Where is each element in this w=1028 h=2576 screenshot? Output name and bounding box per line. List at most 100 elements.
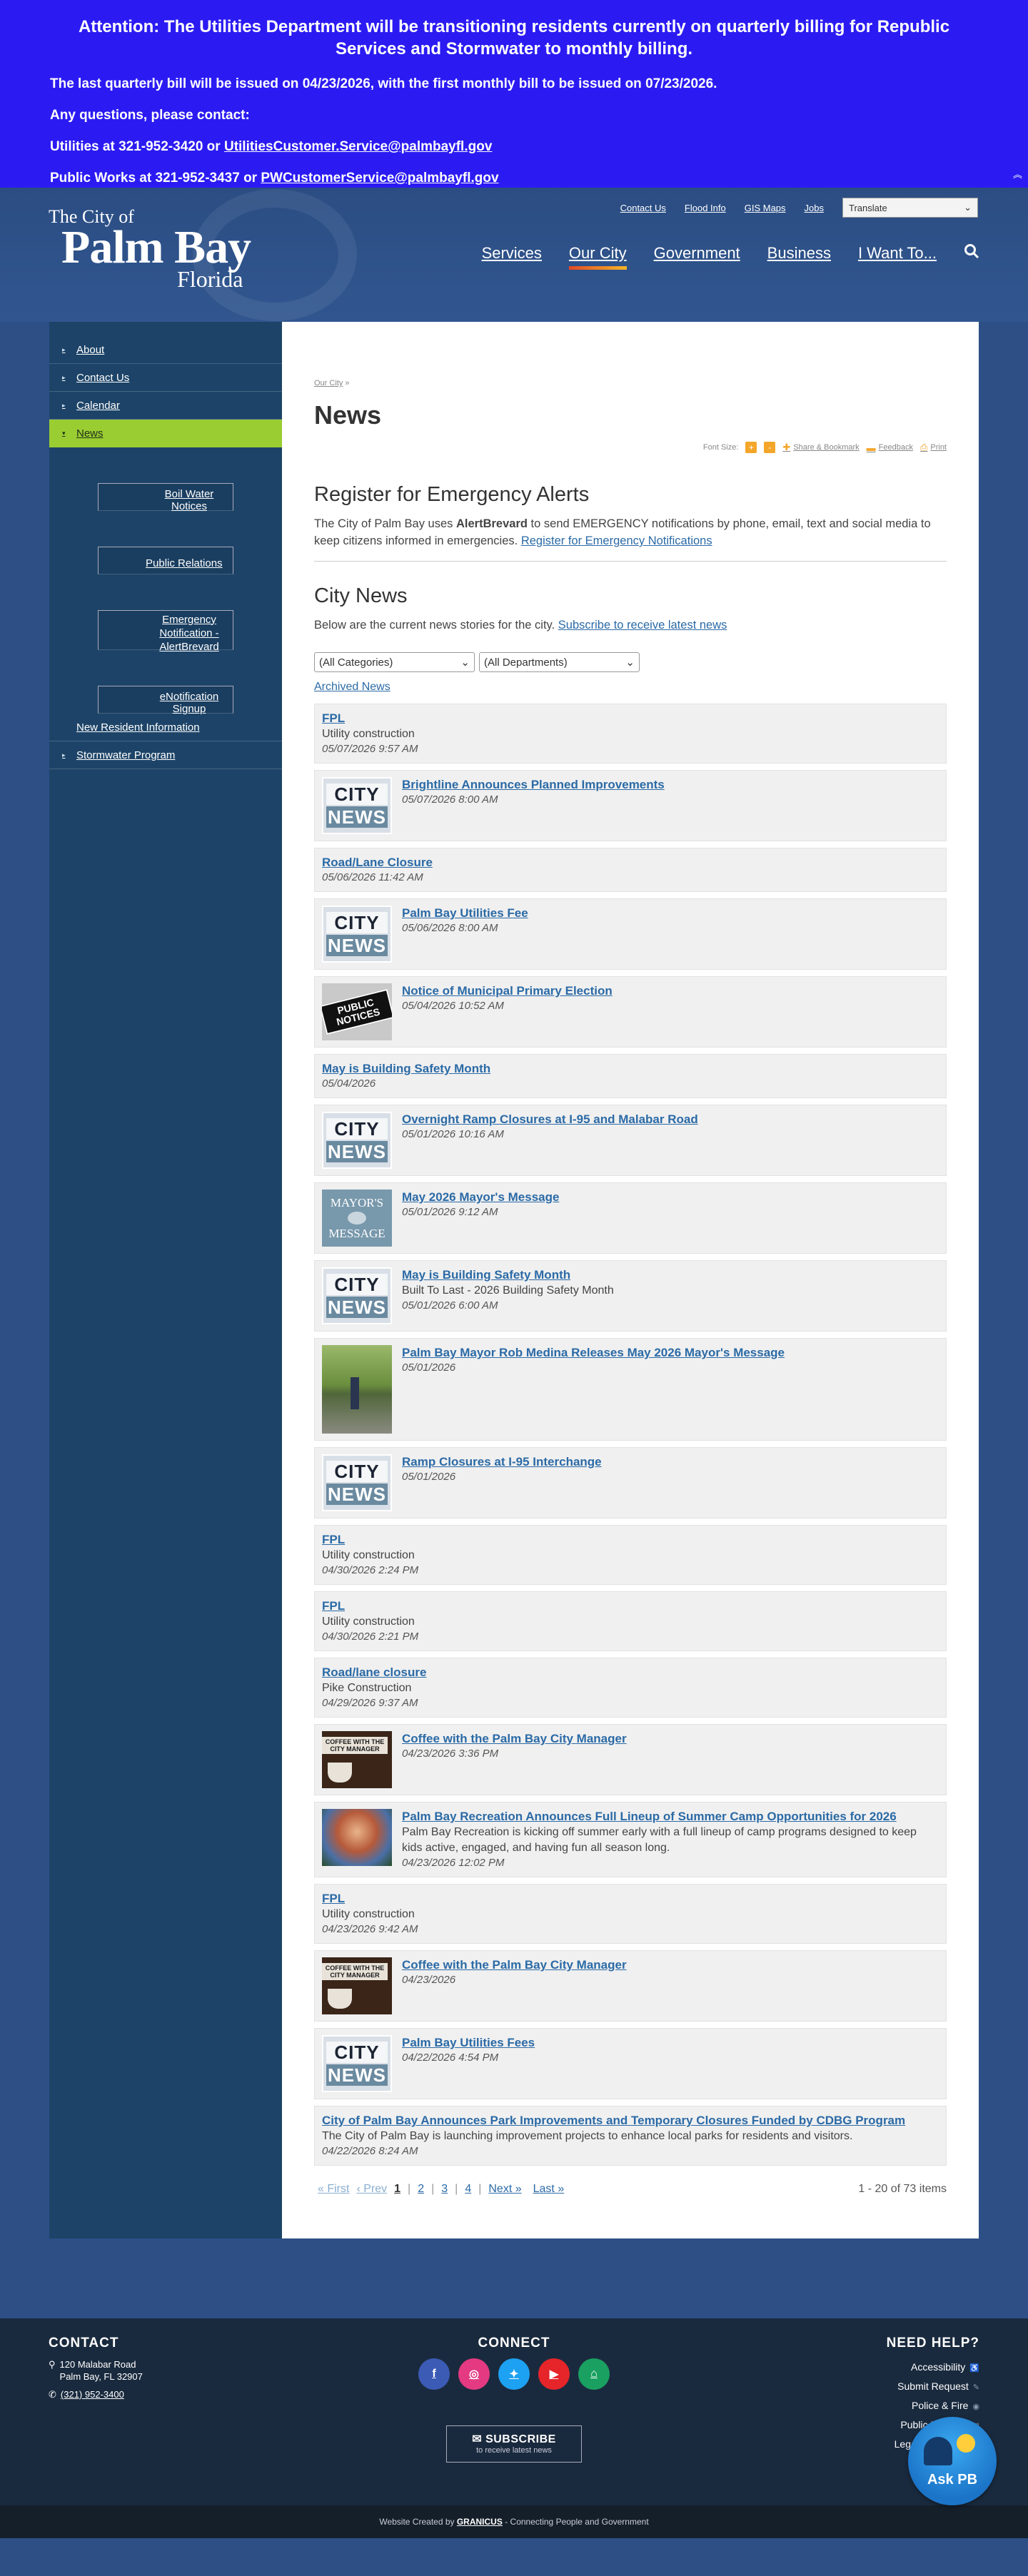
news-item[interactable]: CITY NEWS May is Building Safety Month Buil… <box>314 1260 947 1332</box>
news-title-link[interactable]: Coffee with the Palm Bay City Manager <box>402 1732 627 1745</box>
news-item[interactable]: CITY NEWS Ramp Closures at I-95 Interchang… <box>314 1447 947 1518</box>
utilities-email-link[interactable]: UtilitiesCustomer.Service@palmbayfl.gov <box>224 139 492 154</box>
department-select[interactable]: (All Departments) ⌄ <box>479 652 640 672</box>
news-item[interactable]: Road/lane closure Pike Construction 04/29/… <box>314 1658 947 1718</box>
subscribe-button[interactable]: ✉ SUBSCRIBE to receive latest news <box>446 2425 582 2463</box>
news-title-link[interactable]: Notice of Municipal Primary Election <box>402 984 613 998</box>
news-title-link[interactable]: FPL <box>322 1599 345 1613</box>
nav-our-city[interactable]: Our City <box>568 244 627 270</box>
news-item[interactable]: FPL Utility construction 04/30/2026 2:21 P… <box>314 1591 947 1651</box>
subscribe-news-link[interactable]: Subscribe to receive latest news <box>558 619 727 632</box>
sidebar-item-enotification[interactable]: eNotification Signup <box>98 686 233 715</box>
sidebar-item-boil-water[interactable]: Boil Water Notices <box>98 483 233 512</box>
news-title-link[interactable]: FPL <box>322 1892 345 1905</box>
news-item[interactable]: CITY NEWS Palm Bay Utilities Fees 04/22/202… <box>314 2028 947 2099</box>
news-item[interactable]: FPL Utility construction 04/23/2026 9:42 A… <box>314 1884 947 1944</box>
youtube-icon[interactable]: ▶ <box>538 2358 570 2390</box>
phone-link[interactable]: (321) 952-3400 <box>61 2388 124 2400</box>
sidebar-item-about[interactable]: ▸ About <box>49 336 282 364</box>
news-title-link[interactable]: Palm Bay Utilities Fees <box>402 2036 535 2049</box>
news-title-link[interactable]: Coffee with the Palm Bay City Manager <box>402 1958 627 1972</box>
news-title-link[interactable]: City of Palm Bay Announces Park Improvem… <box>322 2114 905 2127</box>
font-decrease-button[interactable]: - <box>764 442 776 453</box>
nav-business[interactable]: Business <box>767 244 831 270</box>
register-emergency-link[interactable]: Register for Emergency Notifications <box>521 534 712 547</box>
news-item[interactable]: FPL Utility construction 04/30/2026 2:24 P… <box>314 1525 947 1585</box>
sidebar-item-calendar[interactable]: ▸ Calendar <box>49 392 282 420</box>
news-item[interactable]: CITY NEWS Palm Bay Utilities Fee 05/06/2026… <box>314 898 947 970</box>
sidebar-item-news[interactable]: ▾ News <box>49 420 282 447</box>
ask-pb-chat-button[interactable]: Ask PB <box>908 2417 997 2505</box>
share-bookmark-link[interactable]: ✚ Share & Bookmark <box>782 442 859 453</box>
sidebar-item-stormwater[interactable]: ▸ Stormwater Program <box>49 741 282 769</box>
news-title-link[interactable]: FPL <box>322 1533 345 1546</box>
help-link-police-fire[interactable]: Police & Fire ◉ <box>887 2397 979 2416</box>
pager-last[interactable]: Last » <box>533 2183 565 2196</box>
news-title-link[interactable]: May is Building Safety Month <box>402 1268 570 1282</box>
news-title-link[interactable]: Overnight Ramp Closures at I-95 and Mala… <box>402 1112 698 1126</box>
news-title-link[interactable]: FPL <box>322 711 345 725</box>
font-increase-button[interactable]: + <box>745 442 757 453</box>
news-item[interactable]: PUBLIC NOTICES Notice of Municipal Primar… <box>314 976 947 1048</box>
news-item[interactable]: May is Building Safety Month 05/04/2026 <box>314 1054 947 1098</box>
thumb-coffee-text: COFFEE WITH THE CITY MANAGER <box>322 1737 388 1754</box>
util-jobs[interactable]: Jobs <box>805 203 824 213</box>
util-gis-maps[interactable]: GIS Maps <box>745 203 786 213</box>
news-title-link[interactable]: Palm Bay Utilities Fee <box>402 906 528 920</box>
pager-page-1[interactable]: 1 <box>394 2183 400 2196</box>
breadcrumb-our-city[interactable]: Our City <box>314 379 343 387</box>
sidebar-item-emergency-notification[interactable]: Emergency Notification - AlertBrevard <box>98 610 233 653</box>
help-link-submit-request[interactable]: Submit Request ✎ <box>887 2378 979 2397</box>
pager-page-2[interactable]: 2 <box>418 2183 424 2196</box>
nav-i-want-to[interactable]: I Want To... <box>858 244 937 270</box>
news-title-link[interactable]: Ramp Closures at I-95 Interchange <box>402 1455 602 1469</box>
sidebar-item-label: About <box>76 343 105 356</box>
news-item[interactable]: CITY NEWS Overnight Ramp Closures at I-95 … <box>314 1105 947 1176</box>
granicus-link[interactable]: GRANICUS <box>457 2517 503 2527</box>
feedback-label: Feedback <box>878 443 913 452</box>
news-item[interactable]: CITY NEWS Brightline Announces Planned Imp… <box>314 770 947 841</box>
translate-select[interactable]: Translate ⌄ <box>842 198 978 218</box>
news-title-link[interactable]: Brightline Announces Planned Improvement… <box>402 778 665 791</box>
news-item-text: May is Building Safety Month Built To Las… <box>402 1267 939 1324</box>
pager-page-4[interactable]: 4 <box>465 2183 471 2196</box>
sidebar-item-public-relations[interactable]: Public Relations <box>98 547 233 574</box>
nav-government[interactable]: Government <box>654 244 740 270</box>
util-contact-us[interactable]: Contact Us <box>620 203 666 213</box>
news-title-link[interactable]: May is Building Safety Month <box>322 1062 490 1075</box>
news-title-link[interactable]: Road/Lane Closure <box>322 856 433 869</box>
pager-next[interactable]: Next » <box>488 2183 521 2196</box>
feedback-link[interactable]: ▬ Feedback <box>867 442 913 453</box>
news-title-link[interactable]: Palm Bay Mayor Rob Medina Releases May 2… <box>402 1346 785 1359</box>
news-item[interactable]: MAYOR'S MESSAGE May 2026 Mayor's Message 05… <box>314 1182 947 1254</box>
news-title-link[interactable]: Road/lane closure <box>322 1665 426 1679</box>
news-title-link[interactable]: Palm Bay Recreation Announces Full Lineu… <box>402 1810 897 1823</box>
news-item[interactable]: City of Palm Bay Announces Park Improvem… <box>314 2106 947 2166</box>
twitter-icon[interactable]: ✦ <box>498 2358 530 2390</box>
news-title-link[interactable]: May 2026 Mayor's Message <box>402 1190 559 1204</box>
sidebar-item-new-resident[interactable]: New Resident Information <box>49 714 282 741</box>
pager-page-3[interactable]: 3 <box>441 2183 448 2196</box>
news-item[interactable]: Road/Lane Closure 05/06/2026 11:42 AM <box>314 848 947 892</box>
publicworks-email-link[interactable]: PWCustomerService@palmbayfl.gov <box>261 171 498 186</box>
search-icon[interactable] <box>964 243 979 270</box>
news-item[interactable]: COFFEE WITH THE CITY MANAGER Coffee with … <box>314 1724 947 1795</box>
city-logo[interactable]: The City of Palm Bay Florida <box>49 208 277 291</box>
chevron-double-up-icon[interactable]: ︽ <box>1013 167 1022 181</box>
facebook-icon[interactable]: f <box>418 2358 450 2390</box>
instagram-icon[interactable]: ◎ <box>458 2358 490 2390</box>
news-item[interactable]: FPL Utility construction 05/07/2026 9:57 A… <box>314 704 947 764</box>
nextdoor-icon[interactable]: ⌂ <box>578 2358 610 2390</box>
sidebar-item-contact[interactable]: ▸ Contact Us <box>49 364 282 392</box>
nav-services[interactable]: Services <box>482 244 542 270</box>
help-link-accessibility[interactable]: Accessibility ♿ <box>887 2358 979 2378</box>
util-flood-info[interactable]: Flood Info <box>685 203 726 213</box>
news-item[interactable]: COFFEE WITH THE CITY MANAGER Coffee with … <box>314 1950 947 2022</box>
archived-news-link[interactable]: Archived News <box>314 681 947 694</box>
print-link[interactable]: ⎙ Print <box>920 442 947 453</box>
pager-first[interactable]: « First <box>318 2183 349 2196</box>
pager-prev[interactable]: ‹ Prev <box>356 2183 387 2196</box>
category-select[interactable]: (All Categories) ⌄ <box>314 652 475 672</box>
news-item[interactable]: Palm Bay Mayor Rob Medina Releases May 2… <box>314 1338 947 1441</box>
news-item[interactable]: Palm Bay Recreation Announces Full Lineu… <box>314 1802 947 1877</box>
